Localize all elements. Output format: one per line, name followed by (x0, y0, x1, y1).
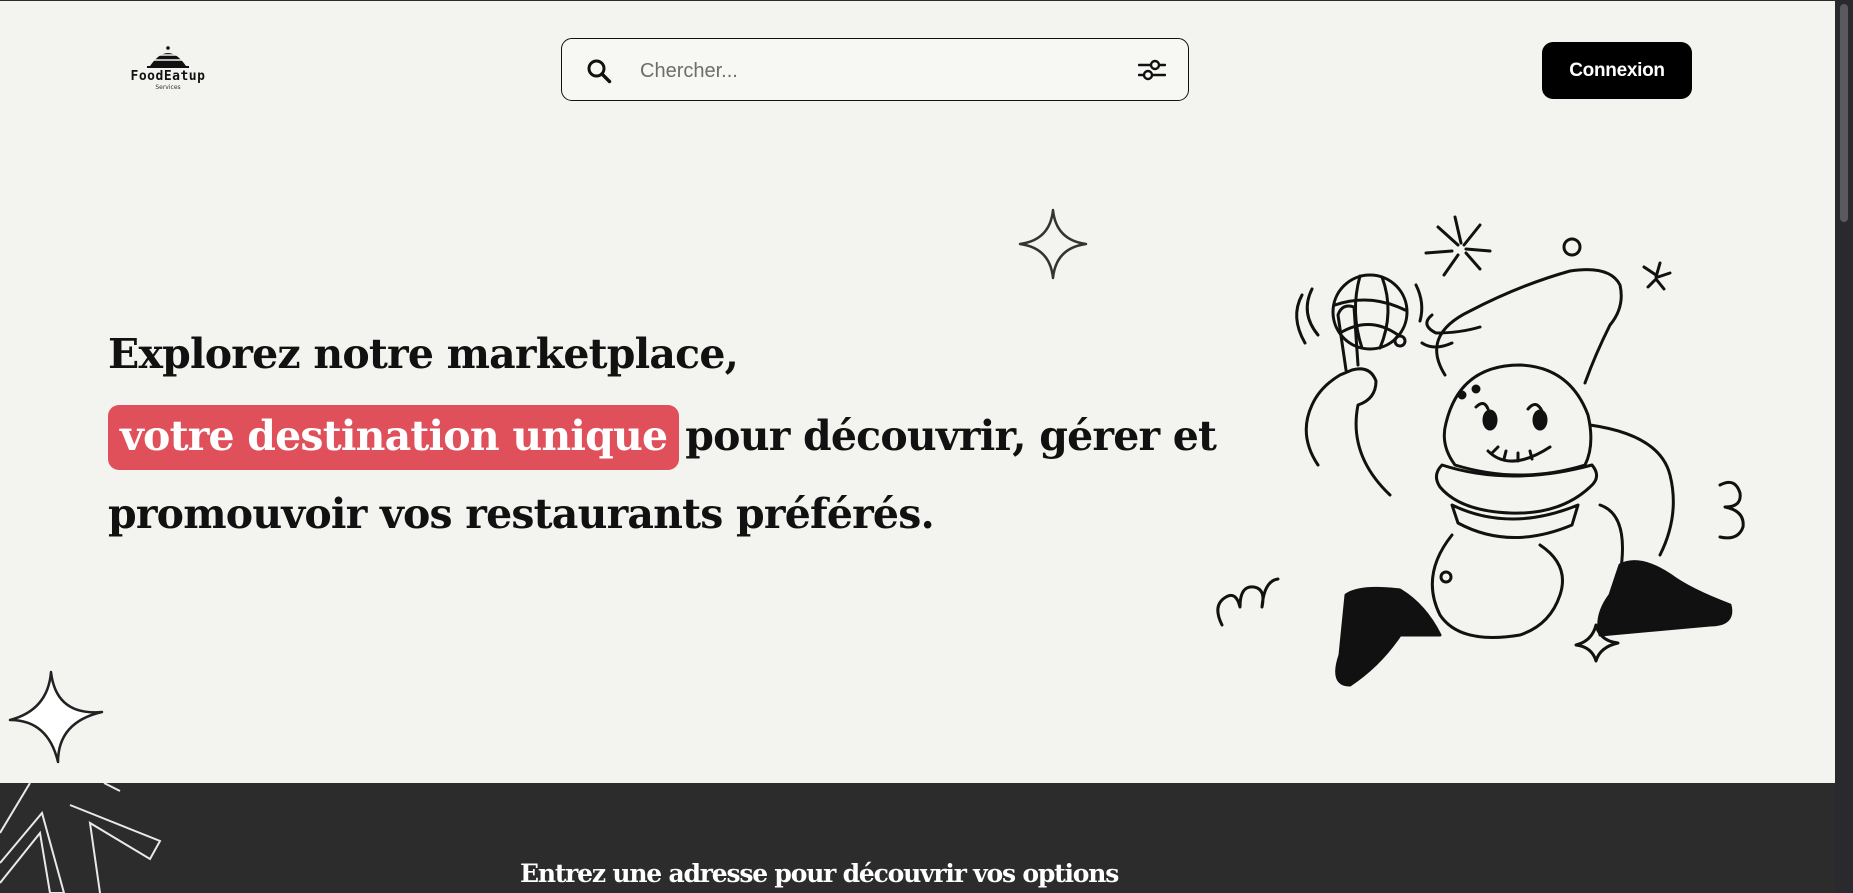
scrollbar-thumb[interactable] (1840, 4, 1848, 222)
logo-name: FoodEatup (130, 69, 206, 84)
logo-subtitle: Services (155, 84, 181, 91)
sparkle-star-icon (8, 670, 104, 764)
logo-dome-icon (147, 46, 189, 68)
burger-mascot-illustration (1216, 215, 1745, 687)
login-button[interactable]: Connexion (1542, 42, 1692, 99)
address-section: Entrez une adresse pour découvrir vos op… (0, 783, 1835, 893)
sliders-icon[interactable] (1138, 57, 1166, 83)
hero-line-2: votre destination unique pour découvrir, … (108, 405, 1217, 470)
search-icon[interactable] (586, 58, 612, 84)
logo[interactable]: FoodEatup Services (118, 46, 218, 96)
page-scrollbar[interactable] (1835, 0, 1853, 893)
sparkle-star-icon (1018, 208, 1088, 280)
page: FoodEatup Services Connexion Explorez no… (0, 0, 1835, 893)
top-border (0, 0, 1835, 1)
hero-line-3: promouvoir vos restaurants préférés. (108, 490, 935, 538)
search-input[interactable] (638, 53, 1082, 89)
address-section-title: Entrez une adresse pour découvrir vos op… (520, 859, 1119, 888)
hero-line-1: Explorez notre marketplace, (108, 330, 739, 378)
sunburst-decoration (0, 783, 162, 893)
hero-line-2-rest: pour découvrir, gérer et (685, 412, 1217, 460)
search-bar (561, 38, 1189, 101)
hero-highlight: votre destination unique (108, 405, 680, 470)
